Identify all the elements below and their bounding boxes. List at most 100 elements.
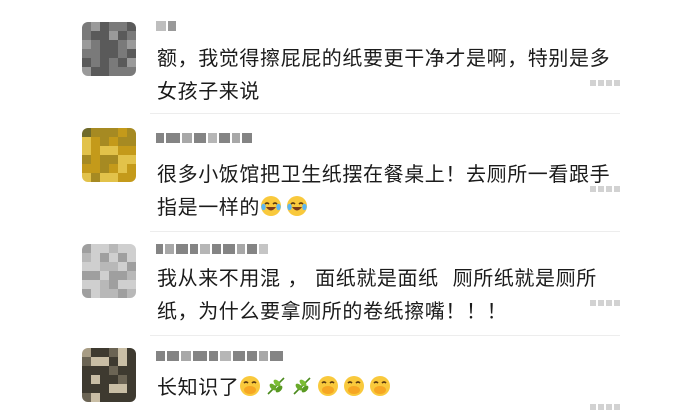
avatar-pixel [91,40,100,49]
avatar-pixel [118,173,127,182]
avatar-pixel [109,348,118,357]
avatar-pixel [100,164,109,173]
avatar-pixel [82,137,91,146]
leaf-emoji [267,377,285,395]
avatar-pixel [91,137,100,146]
avatar-pixel [127,366,136,375]
comment-text-line: 我从来不用混 ， 面纸就是面纸 厕所纸就是厕所 [157,266,597,290]
avatar-pixel [127,348,136,357]
avatar-pixel [109,393,118,402]
avatar-pixel [91,31,100,40]
avatar-pixel [109,22,118,31]
avatar-pixel [127,253,136,262]
comment-text-line: 很多小饭馆把卫生纸摆在餐桌上！去厕所一看跟手 [157,162,611,186]
avatar-pixel [82,173,91,182]
avatar-pixel [118,49,127,58]
nickname-blurred[interactable] [156,132,252,144]
avatar-pixel [118,137,127,146]
avatar-pixel [82,22,91,31]
avatar-pixel [100,289,109,298]
avatar-pixel [118,357,127,366]
avatar-pixel [82,146,91,155]
avatar-pixel [100,137,109,146]
avatar-pixel [82,31,91,40]
avatar-pixel [91,271,100,280]
avatar-pixel [109,173,118,182]
comment-text-line: 长知识了 [157,375,240,399]
avatar-pixel [109,164,118,173]
avatar-pixel [100,366,109,375]
avatar-pixel [127,271,136,280]
avatar-pixel [82,393,91,402]
comment-text-line: 额，我觉得擦屁屁的纸要更干净才是啊，特别是多 [157,46,611,70]
avatar-pixel [100,155,109,164]
avatar-pixel [100,280,109,289]
avatar[interactable] [82,128,136,182]
avatar-pixel [109,58,118,67]
avatar-pixel [127,146,136,155]
avatar-pixel [82,375,91,384]
comment-text: 很多小饭馆把卫生纸摆在餐桌上！去厕所一看跟手 指是一样的 [157,158,627,224]
avatar-pixel [91,22,100,31]
avatar-pixel [82,244,91,253]
avatar-pixel [91,58,100,67]
avatar-pixel [118,280,127,289]
avatar-pixel [100,253,109,262]
comment-text-line: 女孩子来说 [157,79,260,103]
avatar-pixel [100,271,109,280]
avatar-pixel [91,366,100,375]
avatar-pixel [109,375,118,384]
avatar-pixel [127,164,136,173]
avatar-pixel [109,146,118,155]
avatar-pixel [118,253,127,262]
avatar-pixel [91,164,100,173]
nickname-blurred[interactable] [156,350,283,362]
avatar-pixel [100,357,109,366]
hand-over-mouth-emoji [370,376,391,396]
avatar-pixel [118,289,127,298]
avatar-pixel [109,384,118,393]
comment-text-line: 纸，为什么要拿厕所的卷纸擦嘴！！！ [157,299,508,323]
avatar-pixel [109,289,118,298]
avatar-pixel [118,375,127,384]
avatar-pixel [91,253,100,262]
avatar-pixel [91,173,100,182]
avatar-pixel [82,271,91,280]
avatar-pixel [127,128,136,137]
avatar-pixel [127,58,136,67]
avatar-pixel [91,357,100,366]
avatar-pixel [82,67,91,76]
avatar-pixel [82,58,91,67]
avatar-pixel [127,49,136,58]
avatar-pixel [82,280,91,289]
avatar-pixel [109,40,118,49]
avatar-pixel [118,384,127,393]
avatar[interactable] [82,348,136,402]
comment-list: 额，我觉得擦屁屁的纸要更干净才是啊，特别是多 女孩子来说 很多小饭馆把卫生纸摆在… [0,0,700,417]
avatar-pixel [109,271,118,280]
avatar-pixel [100,40,109,49]
avatar-pixel [100,67,109,76]
avatar-pixel [118,128,127,137]
comment-text: 额，我觉得擦屁屁的纸要更干净才是啊，特别是多 女孩子来说 [157,42,627,108]
divider [150,113,620,114]
nickname-blurred[interactable] [156,20,176,32]
avatar-pixel [100,262,109,271]
avatar-pixel [82,155,91,164]
avatar-pixel [127,22,136,31]
avatar-pixel [127,40,136,49]
avatar-pixel [118,31,127,40]
comment-text: 我从来不用混 ， 面纸就是面纸 厕所纸就是厕所 纸，为什么要拿厕所的卷纸擦嘴！！… [157,262,627,328]
avatar-pixel [100,31,109,40]
avatar-pixel [91,49,100,58]
avatar[interactable] [82,22,136,76]
hand-over-mouth-emoji [318,376,339,396]
avatar-pixel [118,22,127,31]
avatar-pixel [109,262,118,271]
nickname-blurred[interactable] [156,243,268,255]
avatar-pixel [100,384,109,393]
avatar-pixel [118,262,127,271]
avatar[interactable] [82,244,136,298]
avatar-pixel [118,393,127,402]
avatar-pixel [118,164,127,173]
